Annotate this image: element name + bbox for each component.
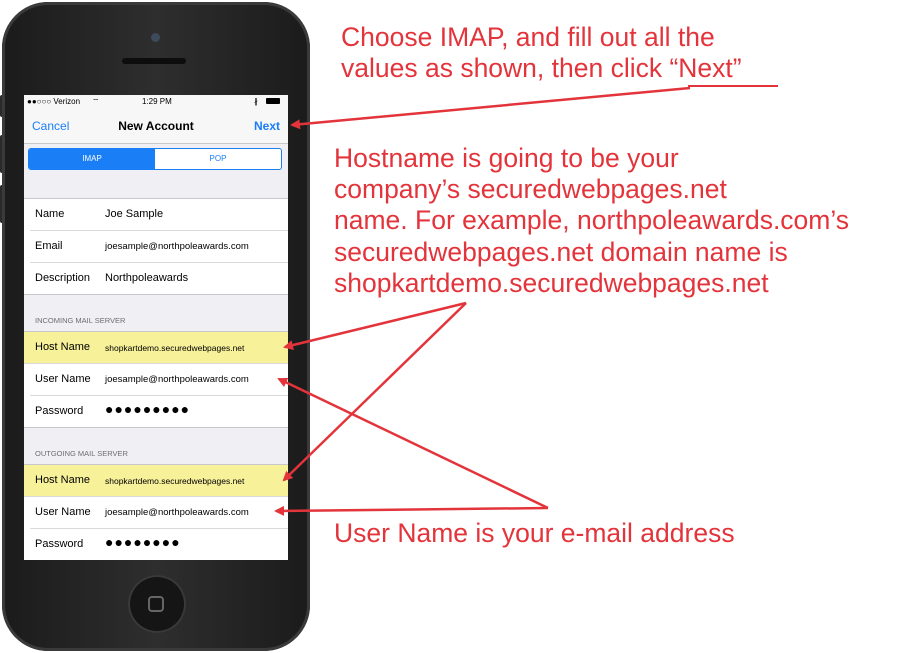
arrow-to-outgoing-user [274,505,549,516]
arrow-to-next [290,86,691,130]
arrow-to-incoming-user [277,377,549,510]
arrow-to-outgoing-host [282,302,467,482]
annotation-arrows [274,85,778,516]
arrow-to-incoming-host [283,301,467,350]
